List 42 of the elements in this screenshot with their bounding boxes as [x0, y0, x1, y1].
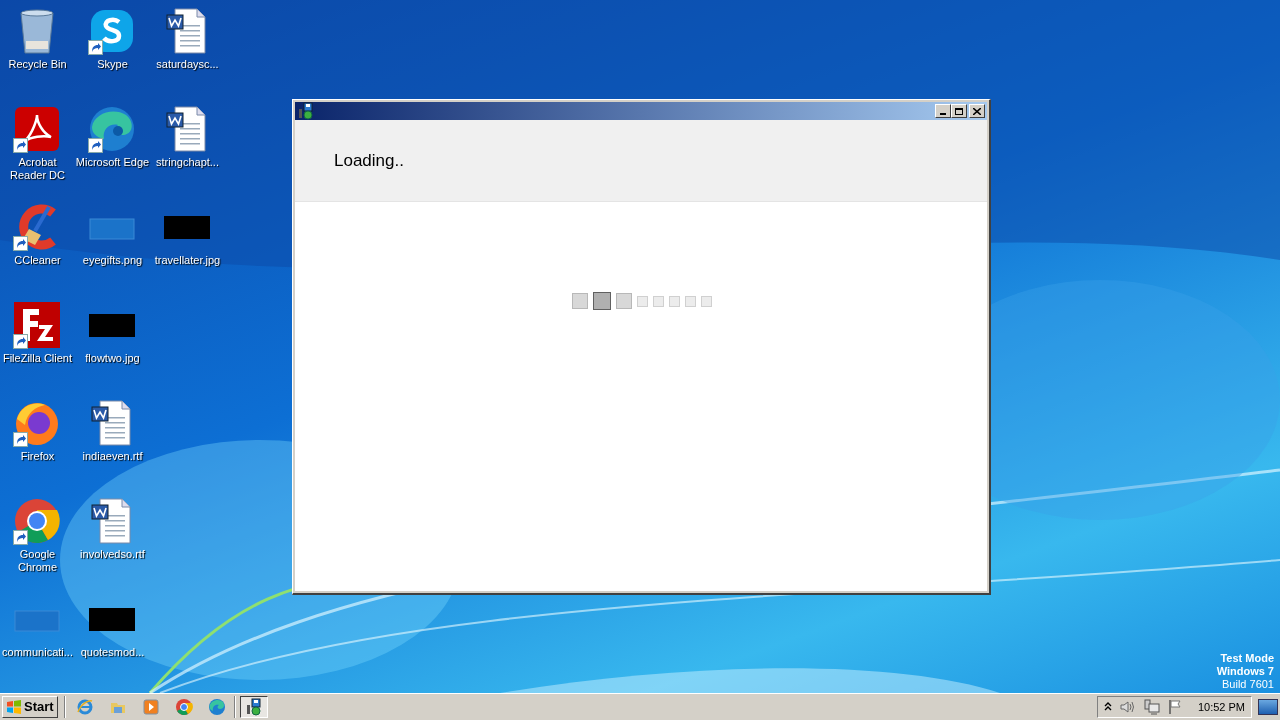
show-desktop-button[interactable]: [1258, 699, 1278, 715]
installer-icon: [244, 698, 263, 716]
task-button[interactable]: [239, 696, 268, 718]
installer-icon: [297, 102, 315, 120]
edge-icon[interactable]: [207, 698, 226, 716]
desktop-icon-label[interactable]: indiaeven.rtf: [82, 450, 143, 463]
desktop-icon-label[interactable]: Firefox: [20, 450, 55, 463]
test-mode-text: Build 7601: [1222, 678, 1274, 691]
desktop-icon-label[interactable]: Recycle Bin: [8, 58, 67, 71]
desktop-icon-label[interactable]: stringchapt...: [156, 156, 219, 169]
test-mode-text: Windows 7: [1216, 665, 1274, 678]
desktop-icon-label[interactable]: quotesmod...: [80, 646, 145, 659]
desktop-icon-label[interactable]: Skype: [97, 58, 128, 71]
desktop-icon-label[interactable]: eyegifts.png: [82, 254, 143, 267]
loading-text: Loading..: [334, 149, 404, 172]
chevron-up-icon[interactable]: [1103, 702, 1112, 712]
flag-icon[interactable]: [1167, 699, 1182, 715]
desktop-icon-label[interactable]: CCleaner: [14, 254, 61, 267]
desktop-icon-label[interactable]: FileZilla Client: [2, 352, 73, 365]
desktop-icon-label[interactable]: Acrobat Reader DC: [0, 156, 75, 182]
network-icon[interactable]: [1143, 699, 1160, 715]
close-button[interactable]: [969, 104, 985, 118]
desktop-icon-label[interactable]: flowtwo.jpg: [85, 352, 140, 365]
close-icon: [973, 107, 981, 115]
maximize-button[interactable]: [951, 104, 967, 118]
clock[interactable]: 10:52 PM: [1197, 698, 1245, 716]
media-player-icon[interactable]: [141, 698, 160, 716]
maximize-icon: [955, 107, 963, 115]
start-button[interactable]: Start: [2, 696, 58, 718]
minimize-icon: [940, 113, 946, 115]
volume-icon[interactable]: [1119, 700, 1136, 714]
desktop-icon-label[interactable]: Google Chrome: [0, 548, 75, 574]
chrome-icon[interactable]: [174, 698, 193, 716]
internet-explorer-icon[interactable]: [75, 698, 94, 716]
minimize-button[interactable]: [935, 104, 951, 118]
pdf-reader-icon: [12, 105, 61, 153]
test-mode-text: Test Mode: [1220, 652, 1274, 665]
desktop-icon-label[interactable]: saturdaysc...: [156, 58, 219, 71]
desktop-icon-label[interactable]: communicati...: [2, 646, 73, 659]
desktop-icon-label[interactable]: travellater.jpg: [154, 254, 221, 267]
windows-logo-icon: [6, 700, 22, 714]
desktop-icon-label[interactable]: Microsoft Edge: [75, 156, 150, 169]
